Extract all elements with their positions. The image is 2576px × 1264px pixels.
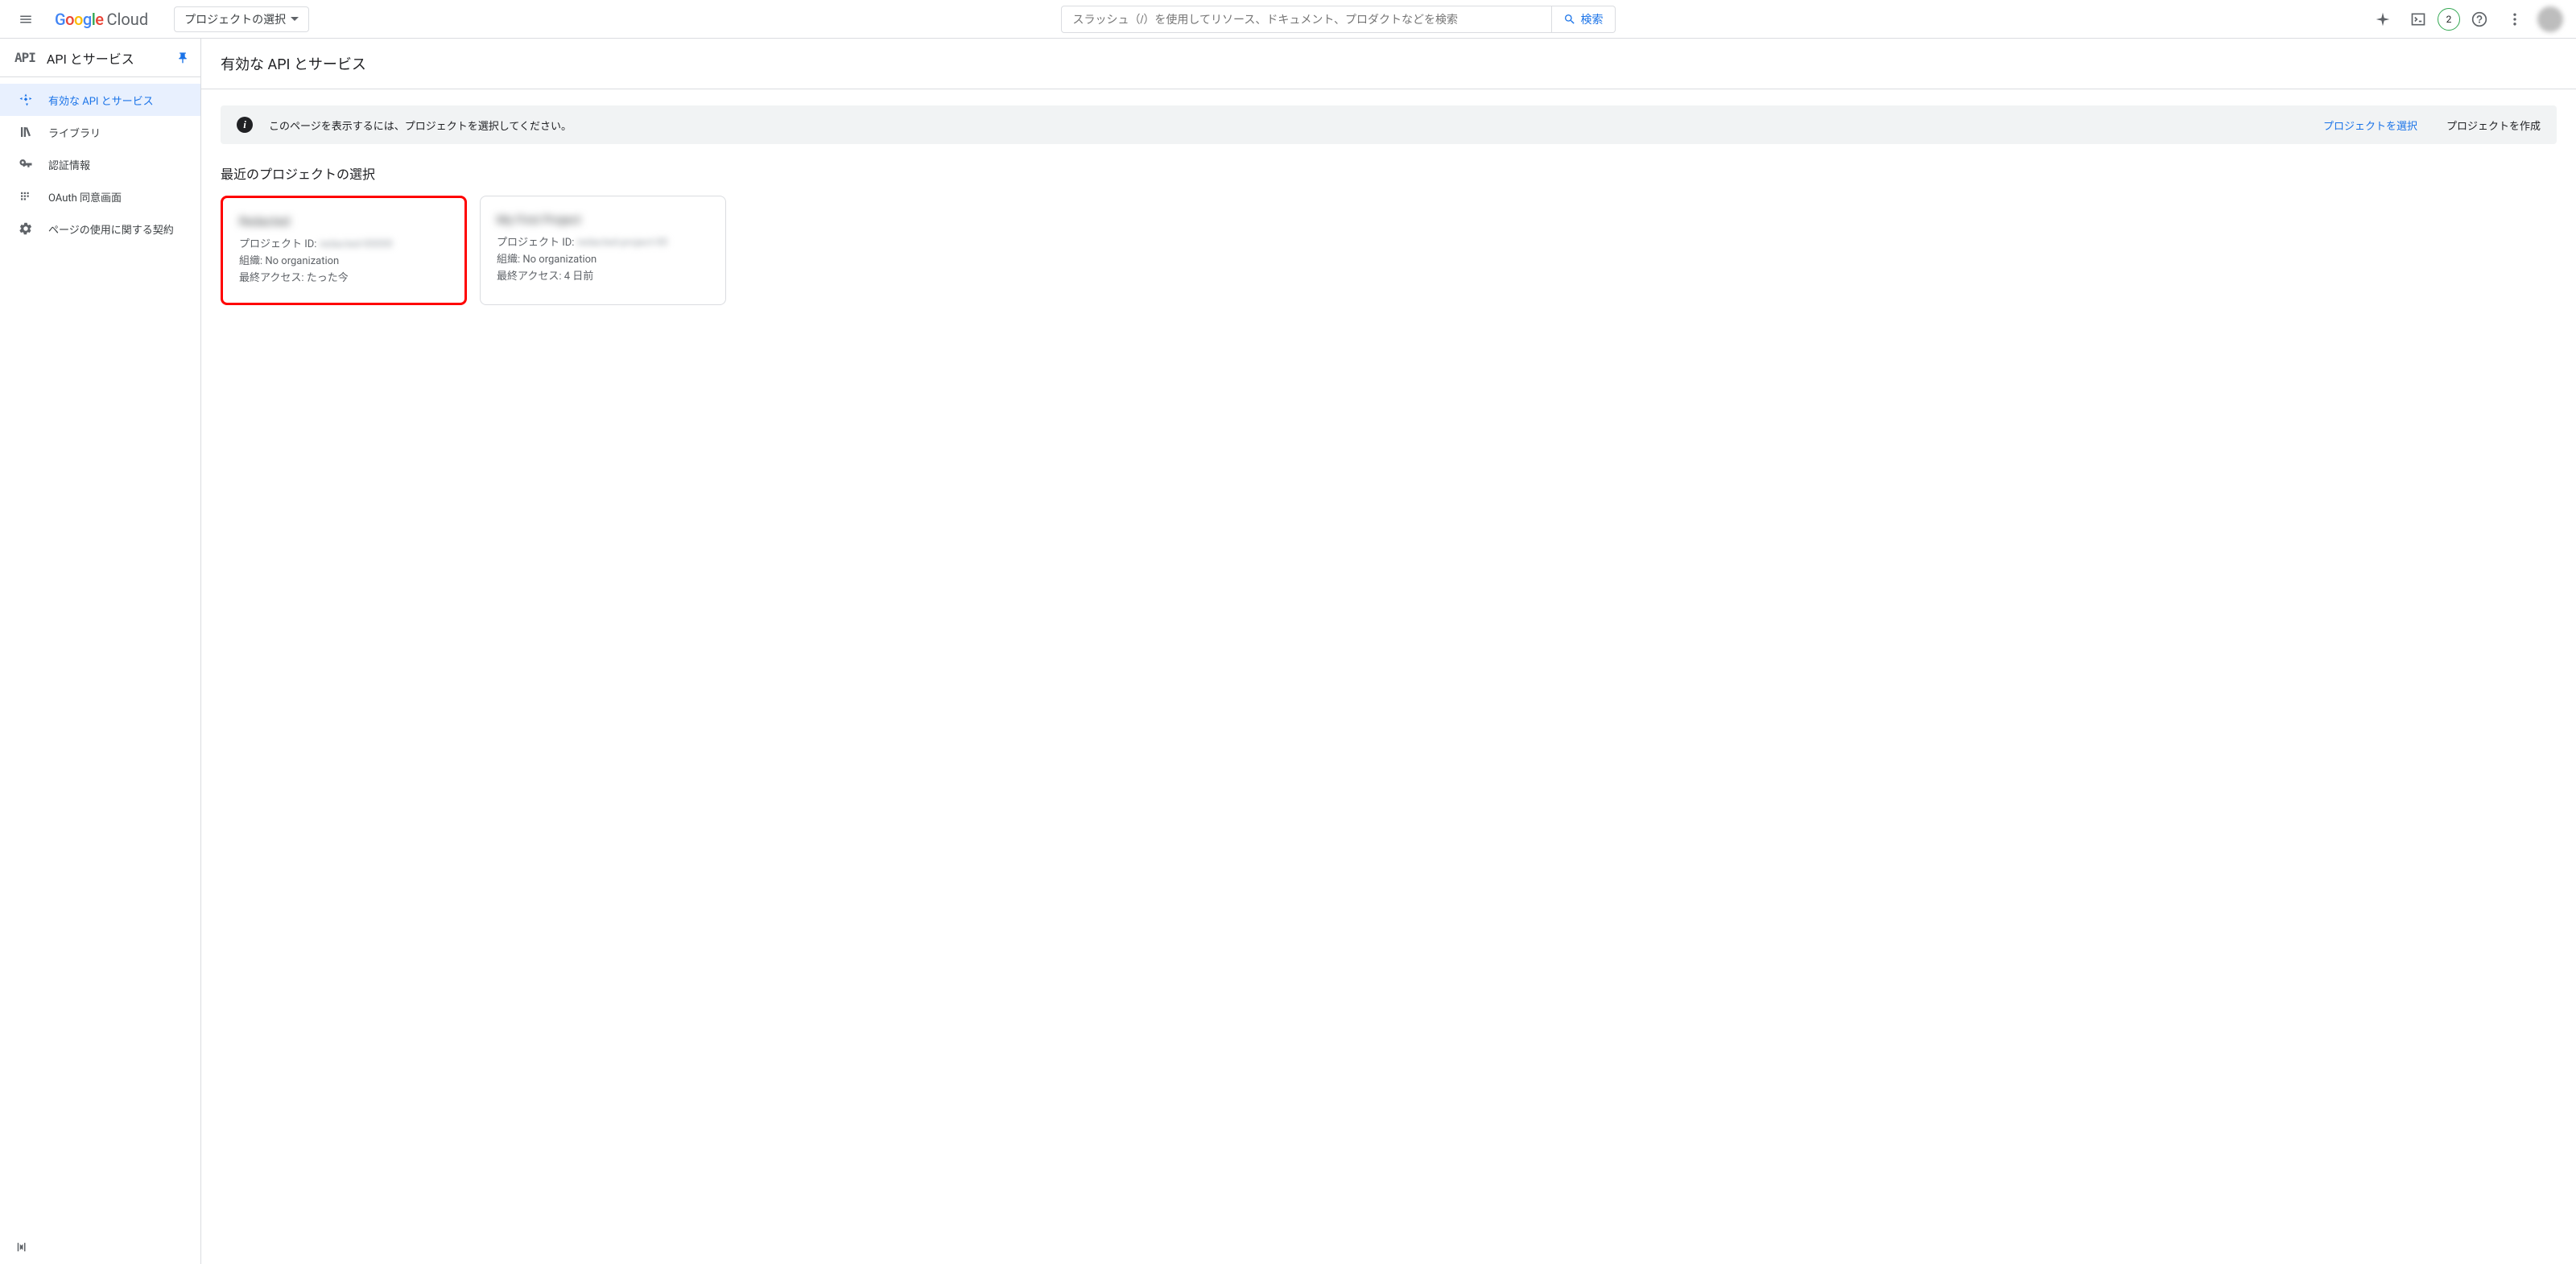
nav-list: 有効な API とサービス ライブラリ 認証情報 OAuth 同意画面 — [0, 77, 200, 251]
sidebar: API API とサービス 有効な API とサービス ライブラリ — [0, 39, 201, 1264]
search-wrap: 検索 — [1061, 6, 1616, 33]
info-message: このページを表示するには、プロジェクトを選択してください。 — [269, 118, 2307, 133]
nav-label: 有効な API とサービス — [48, 93, 154, 108]
project-card-last-access: 最終アクセス: たった今 — [239, 271, 448, 287]
project-selector-label: プロジェクトの選択 — [184, 11, 286, 27]
nav-page-usage-agreement[interactable]: ページの使用に関する契約 — [0, 213, 200, 245]
project-card-id: プロジェクト ID: redacted-00000 — [239, 237, 448, 254]
avatar[interactable] — [2537, 6, 2563, 32]
sparkle-icon — [2375, 11, 2391, 27]
content: API API とサービス 有効な API とサービス ライブラリ — [0, 39, 2576, 1264]
pin-icon — [176, 52, 189, 64]
info-icon: i — [237, 117, 253, 133]
nav-library[interactable]: ライブラリ — [0, 116, 200, 148]
search-button[interactable]: 検索 — [1552, 6, 1616, 33]
badge-count: 2 — [2446, 14, 2452, 25]
select-project-link[interactable]: プロジェクトを選択 — [2323, 118, 2417, 133]
nav-credentials[interactable]: 認証情報 — [0, 148, 200, 180]
header: Google Cloud プロジェクトの選択 検索 2 — [0, 0, 2576, 39]
project-selector-button[interactable]: プロジェクトの選択 — [174, 6, 309, 32]
logo-google-text: Google — [55, 10, 104, 29]
google-cloud-logo[interactable]: Google Cloud — [52, 10, 151, 29]
page-title: 有効な API とサービス — [221, 53, 2557, 74]
page-header: 有効な API とサービス — [201, 39, 2576, 89]
notifications-badge[interactable]: 2 — [2438, 8, 2460, 31]
section-title: 最近のプロジェクトの選択 — [221, 163, 2557, 183]
help-icon — [2471, 11, 2487, 27]
project-card-id: プロジェクト ID: redacted-project-00 — [497, 235, 709, 252]
api-logo: API — [14, 50, 35, 65]
hamburger-icon — [19, 12, 33, 27]
project-card-title: My First Project — [497, 213, 709, 227]
chevron-left-icon — [14, 1240, 29, 1254]
sidebar-header: API API とサービス — [0, 39, 200, 77]
logo-cloud-text: Cloud — [107, 10, 149, 29]
project-card-last-access: 最終アクセス: 4 日前 — [497, 269, 709, 286]
main: 有効な API とサービス i このページを表示するには、プロジェクトを選択して… — [201, 39, 2576, 1264]
nav-label: ライブラリ — [48, 125, 101, 140]
project-card-title: Redacted — [239, 214, 448, 229]
more-vert-icon — [2507, 11, 2523, 27]
search-input[interactable] — [1062, 13, 1551, 26]
project-card-org: 組織: No organization — [239, 254, 448, 271]
nav-enabled-apis[interactable]: 有効な API とサービス — [0, 84, 200, 116]
pin-button[interactable] — [176, 52, 189, 64]
nav-label: OAuth 同意画面 — [48, 189, 122, 204]
project-cards: Redacted プロジェクト ID: redacted-00000 組織: N… — [221, 196, 2557, 305]
library-icon — [18, 124, 34, 140]
consent-icon — [18, 188, 34, 204]
gear-icon — [18, 221, 34, 237]
nav-label: 認証情報 — [48, 157, 90, 172]
search-button-label: 検索 — [1581, 11, 1604, 27]
info-bar: i このページを表示するには、プロジェクトを選択してください。 プロジェクトを選… — [221, 105, 2557, 144]
chevron-down-icon — [291, 17, 299, 21]
sidebar-title: API とサービス — [47, 48, 165, 68]
nav-oauth-consent[interactable]: OAuth 同意画面 — [0, 180, 200, 213]
search-icon — [1563, 13, 1576, 26]
help-button[interactable] — [2463, 3, 2496, 35]
header-right: 2 — [2367, 3, 2570, 35]
gemini-button[interactable] — [2367, 3, 2399, 35]
terminal-icon — [2410, 11, 2426, 27]
main-body: i このページを表示するには、プロジェクトを選択してください。 プロジェクトを選… — [201, 89, 2576, 321]
project-card-org: 組織: No organization — [497, 252, 709, 269]
create-project-link[interactable]: プロジェクトを作成 — [2446, 118, 2541, 133]
project-card[interactable]: Redacted プロジェクト ID: redacted-00000 組織: N… — [221, 196, 467, 305]
more-button[interactable] — [2499, 3, 2531, 35]
project-card[interactable]: My First Project プロジェクト ID: redacted-pro… — [480, 196, 726, 305]
key-icon — [18, 156, 34, 172]
search-box — [1061, 6, 1552, 33]
nav-label: ページの使用に関する契約 — [48, 221, 174, 237]
sidebar-collapse-button[interactable] — [14, 1240, 29, 1254]
hamburger-menu-button[interactable] — [6, 0, 45, 39]
cloud-shell-button[interactable] — [2402, 3, 2434, 35]
dashboard-icon — [18, 92, 34, 108]
